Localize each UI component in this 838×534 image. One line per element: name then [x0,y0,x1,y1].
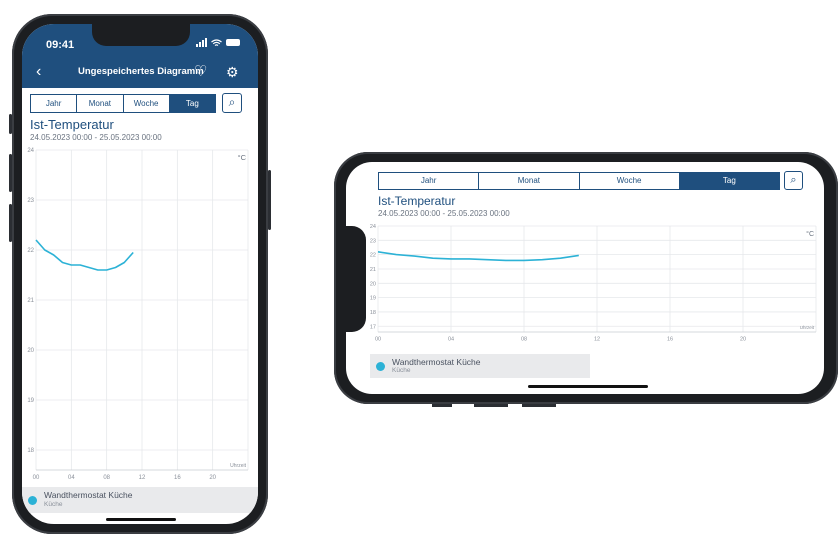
signal-icon [196,38,207,47]
date-range: 24.05.2023 00:00 - 25.05.2023 00:00 [30,133,162,142]
landscape-screen: Jahr Monat Woche Tag ⌕ Ist-Temperatur 24… [346,162,824,394]
y-tick-label: 24 [27,148,34,154]
landscape-phone: Jahr Monat Woche Tag ⌕ Ist-Temperatur 24… [334,152,838,407]
y-tick-label: 20 [370,281,376,287]
legend-device: Wandthermostat Küche [392,357,481,367]
notch [92,24,190,46]
gear-icon[interactable]: ⚙ [226,62,239,82]
y-tick-label: 21 [27,298,34,304]
series-line [377,251,579,262]
back-arrow-icon[interactable]: ‹ [36,62,41,82]
tab-woche[interactable]: Woche [124,95,170,112]
y-tick-label: 24 [370,224,376,230]
x-tick-label: 04 [68,475,75,481]
temperature-chart-landscape: 17 18 19 20 21 22 23 24 00 04 08 12 16 20 °C Uhrzeit [370,224,817,343]
series-line [35,239,134,271]
x-tick-label: 16 [667,337,673,343]
mute-switch [9,114,12,134]
home-indicator-landscape [528,385,648,388]
power-button [268,170,271,230]
tab-monat[interactable]: Monat [479,173,580,189]
period-selector-landscape: Jahr Monat Woche Tag [378,172,780,190]
volume-up-button-landscape [474,404,508,407]
status-time: 09:41 [46,39,75,51]
search-button[interactable]: ⌕ [222,93,242,113]
y-tick-label: 19 [27,398,34,404]
x-tick-label: 12 [594,337,600,343]
portrait-screen: 09:41 ‹ Ungespeichertes Diagramm ♡ ⚙ Jah… [22,24,258,524]
y-unit-label: °C [806,230,814,238]
temperature-chart: 18 19 20 21 22 23 24 00 04 08 12 16 20 °C Uhrzeit [27,148,249,481]
portrait-phone: 09:41 ‹ Ungespeichertes Diagramm ♡ ⚙ Jah… [9,14,271,534]
battery-icon [226,39,240,46]
tab-jahr[interactable]: Jahr [31,95,78,112]
y-tick-label: 23 [27,198,34,204]
y-tick-label: 17 [370,324,376,330]
legend-device: Wandthermostat Küche [44,490,133,500]
volume-down-button [9,204,12,242]
x-tick-label: 20 [209,475,216,481]
legend-item[interactable]: Wandthermostat Küche Küche [22,487,258,513]
y-tick-label: 19 [370,296,376,302]
tab-tag[interactable]: Tag [169,95,215,112]
x-tick-label: 00 [33,475,40,481]
chart-title: Ist-Temperatur [30,117,114,132]
x-tick-label: 16 [174,475,181,481]
y-tick-label: 23 [370,238,376,244]
legend-room: Küche [392,367,411,374]
heart-icon[interactable]: ♡ [194,62,207,82]
x-tick-label: 08 [103,475,110,481]
tab-tag[interactable]: Tag [679,173,779,189]
x-tick-label: 08 [521,337,527,343]
series-color-dot [28,496,37,505]
tab-woche[interactable]: Woche [580,173,680,189]
chart-title-landscape: Ist-Temperatur [378,194,456,208]
volume-down-button-landscape [522,404,556,407]
x-unit-label: Uhrzeit [800,325,815,330]
status-icons [196,38,240,47]
x-tick-label: 20 [740,337,746,343]
y-tick-label: 22 [27,248,34,254]
x-tick-label: 04 [448,337,454,343]
x-tick-label: 12 [139,475,146,481]
notch-landscape [346,226,366,332]
y-tick-label: 22 [370,253,376,259]
date-range-landscape: 24.05.2023 00:00 - 25.05.2023 00:00 [378,209,510,218]
search-icon: ⌕ [228,95,236,109]
y-tick-label: 20 [27,348,34,354]
period-selector: Jahr Monat Woche Tag [30,94,216,113]
wifi-icon [211,38,222,46]
y-tick-label: 18 [27,448,34,454]
legend-item-landscape[interactable]: Wandthermostat Küche Küche [370,354,590,378]
y-unit-label: °C [238,153,247,162]
mute-switch-landscape [432,404,452,407]
search-button-landscape[interactable]: ⌕ [784,171,803,190]
home-indicator [106,518,176,521]
series-color-dot [376,362,385,371]
legend-room: Küche [44,501,63,508]
search-icon: ⌕ [790,174,797,186]
tab-jahr[interactable]: Jahr [379,173,480,189]
x-unit-label: Uhrzeit [230,463,246,469]
x-tick-label: 00 [375,337,381,343]
y-tick-label: 18 [370,310,376,316]
tab-monat[interactable]: Monat [77,95,124,112]
app-header: 09:41 ‹ Ungespeichertes Diagramm ♡ ⚙ [22,24,258,88]
y-tick-label: 21 [370,267,376,273]
screen-title: Ungespeichertes Diagramm [78,66,204,77]
volume-up-button [9,154,12,192]
nav-bar: ‹ Ungespeichertes Diagramm ♡ ⚙ [22,62,258,84]
